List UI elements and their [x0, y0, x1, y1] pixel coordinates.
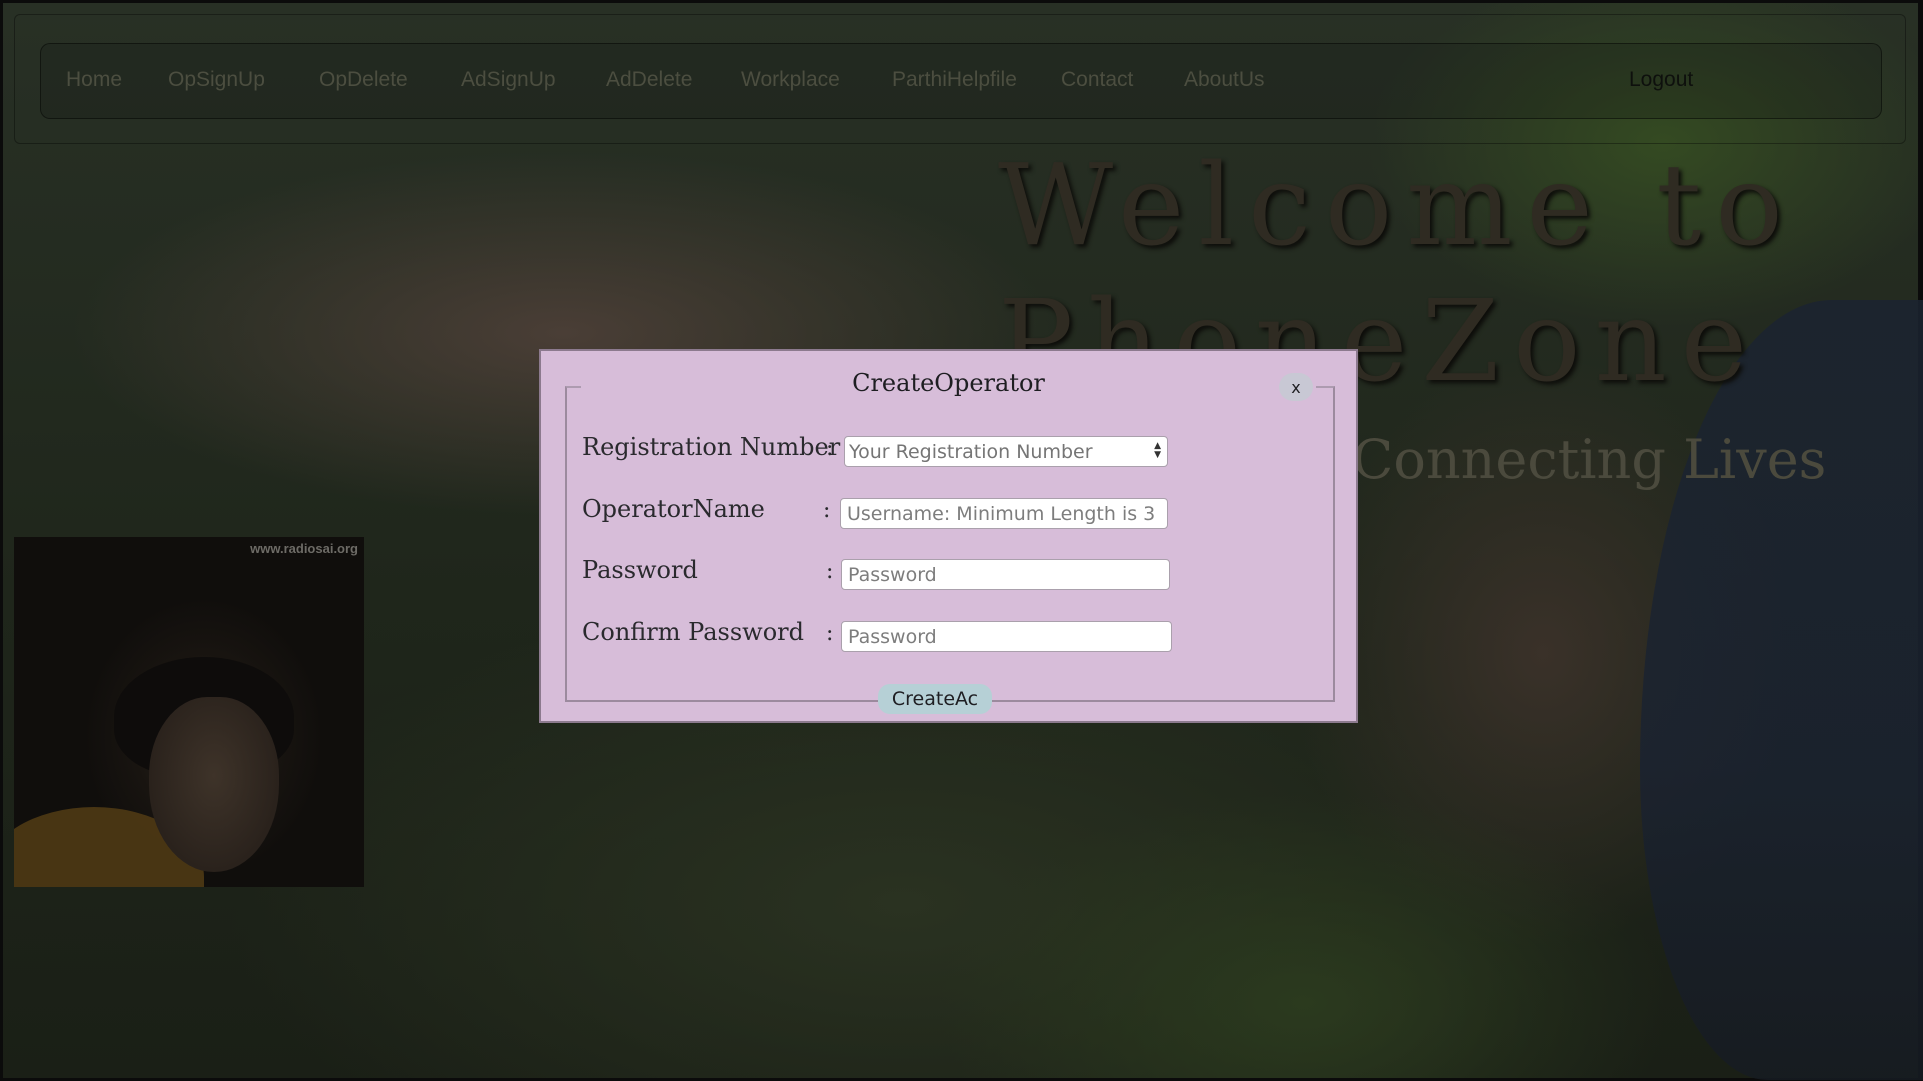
- confirm-password-label: Confirm Password: [582, 618, 804, 646]
- password-label: Password: [582, 556, 698, 584]
- navbar: Home OpSignUp OpDelete AdSignUp AdDelete…: [40, 43, 1882, 119]
- operator-name-label: OperatorName: [582, 495, 765, 523]
- operator-name-input[interactable]: [840, 498, 1168, 529]
- create-operator-dialog: CreateOperator x Registration Number : ▲…: [539, 349, 1358, 723]
- hero-welcome-line1: Welcome to: [998, 141, 1797, 271]
- nav-adsignup[interactable]: AdSignUp: [461, 68, 556, 92]
- nav-opsignup[interactable]: OpSignUp: [168, 68, 265, 92]
- nav-parthihelpfile[interactable]: ParthiHelpfile: [892, 68, 1017, 92]
- nav-home[interactable]: Home: [66, 68, 122, 92]
- confirm-password-input[interactable]: [841, 621, 1172, 652]
- dialog-title: CreateOperator: [852, 369, 1045, 397]
- password-input[interactable]: [841, 559, 1170, 590]
- registration-number-label: Registration Number: [582, 433, 841, 461]
- colon: :: [823, 498, 831, 523]
- hero-tagline: Connecting Lives: [1352, 428, 1827, 491]
- registration-number-text[interactable]: [845, 437, 1139, 466]
- photo-watermark: www.radiosai.org: [250, 541, 358, 556]
- colon: :: [826, 559, 834, 584]
- nav-opdelete[interactable]: OpDelete: [319, 68, 408, 92]
- nav-contact[interactable]: Contact: [1061, 68, 1133, 92]
- create-account-button[interactable]: CreateAc: [878, 684, 992, 714]
- nav-workplace[interactable]: Workplace: [741, 68, 840, 92]
- nav-addelete[interactable]: AdDelete: [606, 68, 692, 92]
- colon: :: [826, 436, 834, 461]
- close-button[interactable]: x: [1279, 373, 1313, 401]
- colon: :: [826, 621, 834, 646]
- nav-aboutus[interactable]: AboutUs: [1184, 68, 1265, 92]
- nav-logout[interactable]: Logout: [1629, 68, 1693, 92]
- number-spinner-icon[interactable]: ▲ ▼: [1154, 442, 1161, 460]
- registration-number-input[interactable]: ▲▼: [844, 436, 1168, 467]
- profile-photo: www.radiosai.org: [14, 537, 364, 887]
